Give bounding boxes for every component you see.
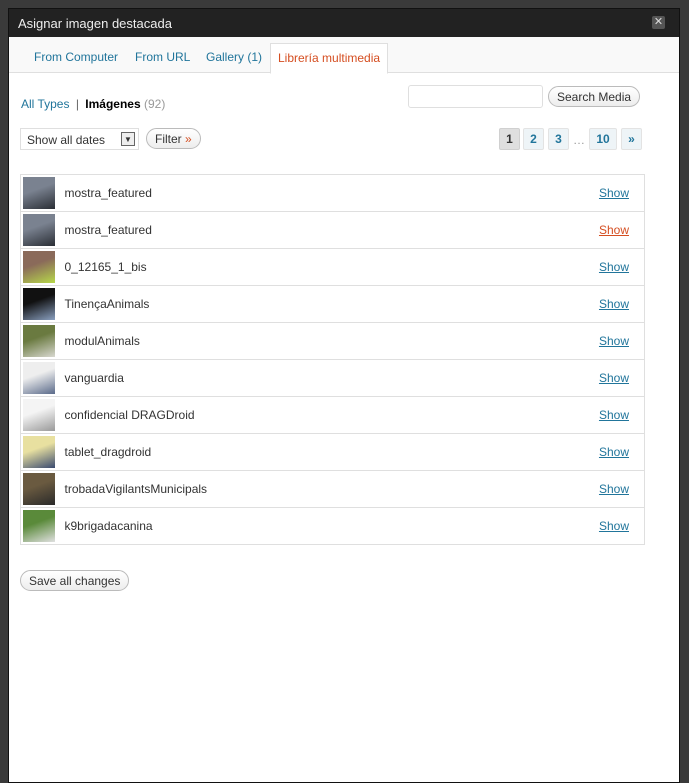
show-link[interactable]: Show [504, 433, 645, 471]
thumbnail-image [23, 214, 55, 246]
modal-titlebar: Asignar imagen destacada ✕ [9, 9, 679, 37]
media-title: k9brigadacanina [64, 507, 505, 545]
thumbnail-image [23, 473, 55, 505]
media-title: TinençaAnimals [64, 285, 505, 323]
images-link[interactable]: Imágenes [85, 97, 140, 111]
table-row: vanguardia Show [20, 359, 645, 397]
media-title: mostra_featured [64, 211, 505, 249]
type-filter: All Types | Imágenes (92) [21, 97, 165, 111]
media-title: modulAnimals [64, 322, 505, 360]
table-row: 0_12165_1_bis Show [20, 248, 645, 286]
media-title: 0_12165_1_bis [64, 248, 505, 286]
table-row: tablet_dragdroid Show [20, 433, 645, 471]
filter-button[interactable]: Filter » [146, 128, 201, 149]
thumbnail-image [23, 325, 55, 357]
media-title: tablet_dragdroid [64, 433, 505, 471]
date-select-value: Show all dates [27, 133, 106, 147]
thumbnail-image [23, 288, 55, 320]
filter-arrow-icon: » [185, 132, 192, 146]
search-input[interactable] [408, 85, 543, 108]
show-link[interactable]: Show [504, 396, 645, 434]
table-row: modulAnimals Show [20, 322, 645, 360]
page-10[interactable]: 10 [589, 128, 617, 150]
chevron-down-icon: ▼ [121, 132, 135, 146]
tab-from-url[interactable]: From URL [128, 43, 197, 73]
next-page-button[interactable]: » [621, 128, 642, 150]
save-all-changes-button[interactable]: Save all changes [20, 570, 130, 591]
tabs: From Computer From URL Gallery (1) Libre… [9, 37, 679, 74]
page-1[interactable]: 1 [499, 128, 520, 150]
media-title: confidencial DRAGDroid [64, 396, 505, 434]
show-link[interactable]: Show [504, 285, 645, 323]
date-select[interactable]: Show all dates ▼ [20, 128, 139, 150]
page-2[interactable]: 2 [523, 128, 544, 150]
images-count: (92) [143, 97, 166, 111]
show-link[interactable]: Show [504, 322, 645, 360]
modal-title: Asignar imagen destacada [18, 16, 172, 31]
show-link[interactable]: Show [504, 507, 645, 545]
table-row: mostra_featured Show [20, 211, 645, 249]
featured-image-modal: Asignar imagen destacada ✕ From Computer… [8, 8, 680, 783]
search-media-button[interactable]: Search Media [548, 86, 641, 107]
tab-gallery[interactable]: Gallery (1) [199, 43, 269, 73]
table-row: mostra_featured Show [20, 174, 645, 212]
thumbnail-image [23, 399, 55, 431]
tab-from-computer[interactable]: From Computer [27, 43, 125, 73]
separator: | [75, 97, 79, 111]
media-list: mostra_featured Show mostra_featured Sho… [20, 174, 645, 545]
table-row: TinençaAnimals Show [20, 285, 645, 323]
tab-media-library[interactable]: Librería multimedia [270, 43, 389, 74]
filter-label: Filter [155, 132, 182, 146]
show-link[interactable]: Show [504, 248, 645, 286]
thumbnail-image [23, 177, 55, 209]
pagination-ellipsis: … [573, 133, 585, 147]
thumbnail-image [23, 510, 55, 542]
show-link[interactable]: Show [504, 211, 645, 249]
table-row: k9brigadacanina Show [20, 507, 645, 545]
table-row: trobadaVigilantsMunicipals Show [20, 470, 645, 508]
show-link[interactable]: Show [504, 470, 645, 508]
thumbnail-image [23, 362, 55, 394]
show-link[interactable]: Show [504, 174, 645, 212]
media-title: mostra_featured [64, 174, 505, 212]
all-types-link[interactable]: All Types [21, 97, 69, 111]
table-row: confidencial DRAGDroid Show [20, 396, 645, 434]
show-link[interactable]: Show [504, 359, 645, 397]
thumbnail-image [23, 436, 55, 468]
thumbnail-image [23, 251, 55, 283]
page-3[interactable]: 3 [548, 128, 569, 150]
media-title: trobadaVigilantsMunicipals [64, 470, 505, 508]
close-icon[interactable]: ✕ [652, 16, 665, 29]
media-title: vanguardia [64, 359, 505, 397]
